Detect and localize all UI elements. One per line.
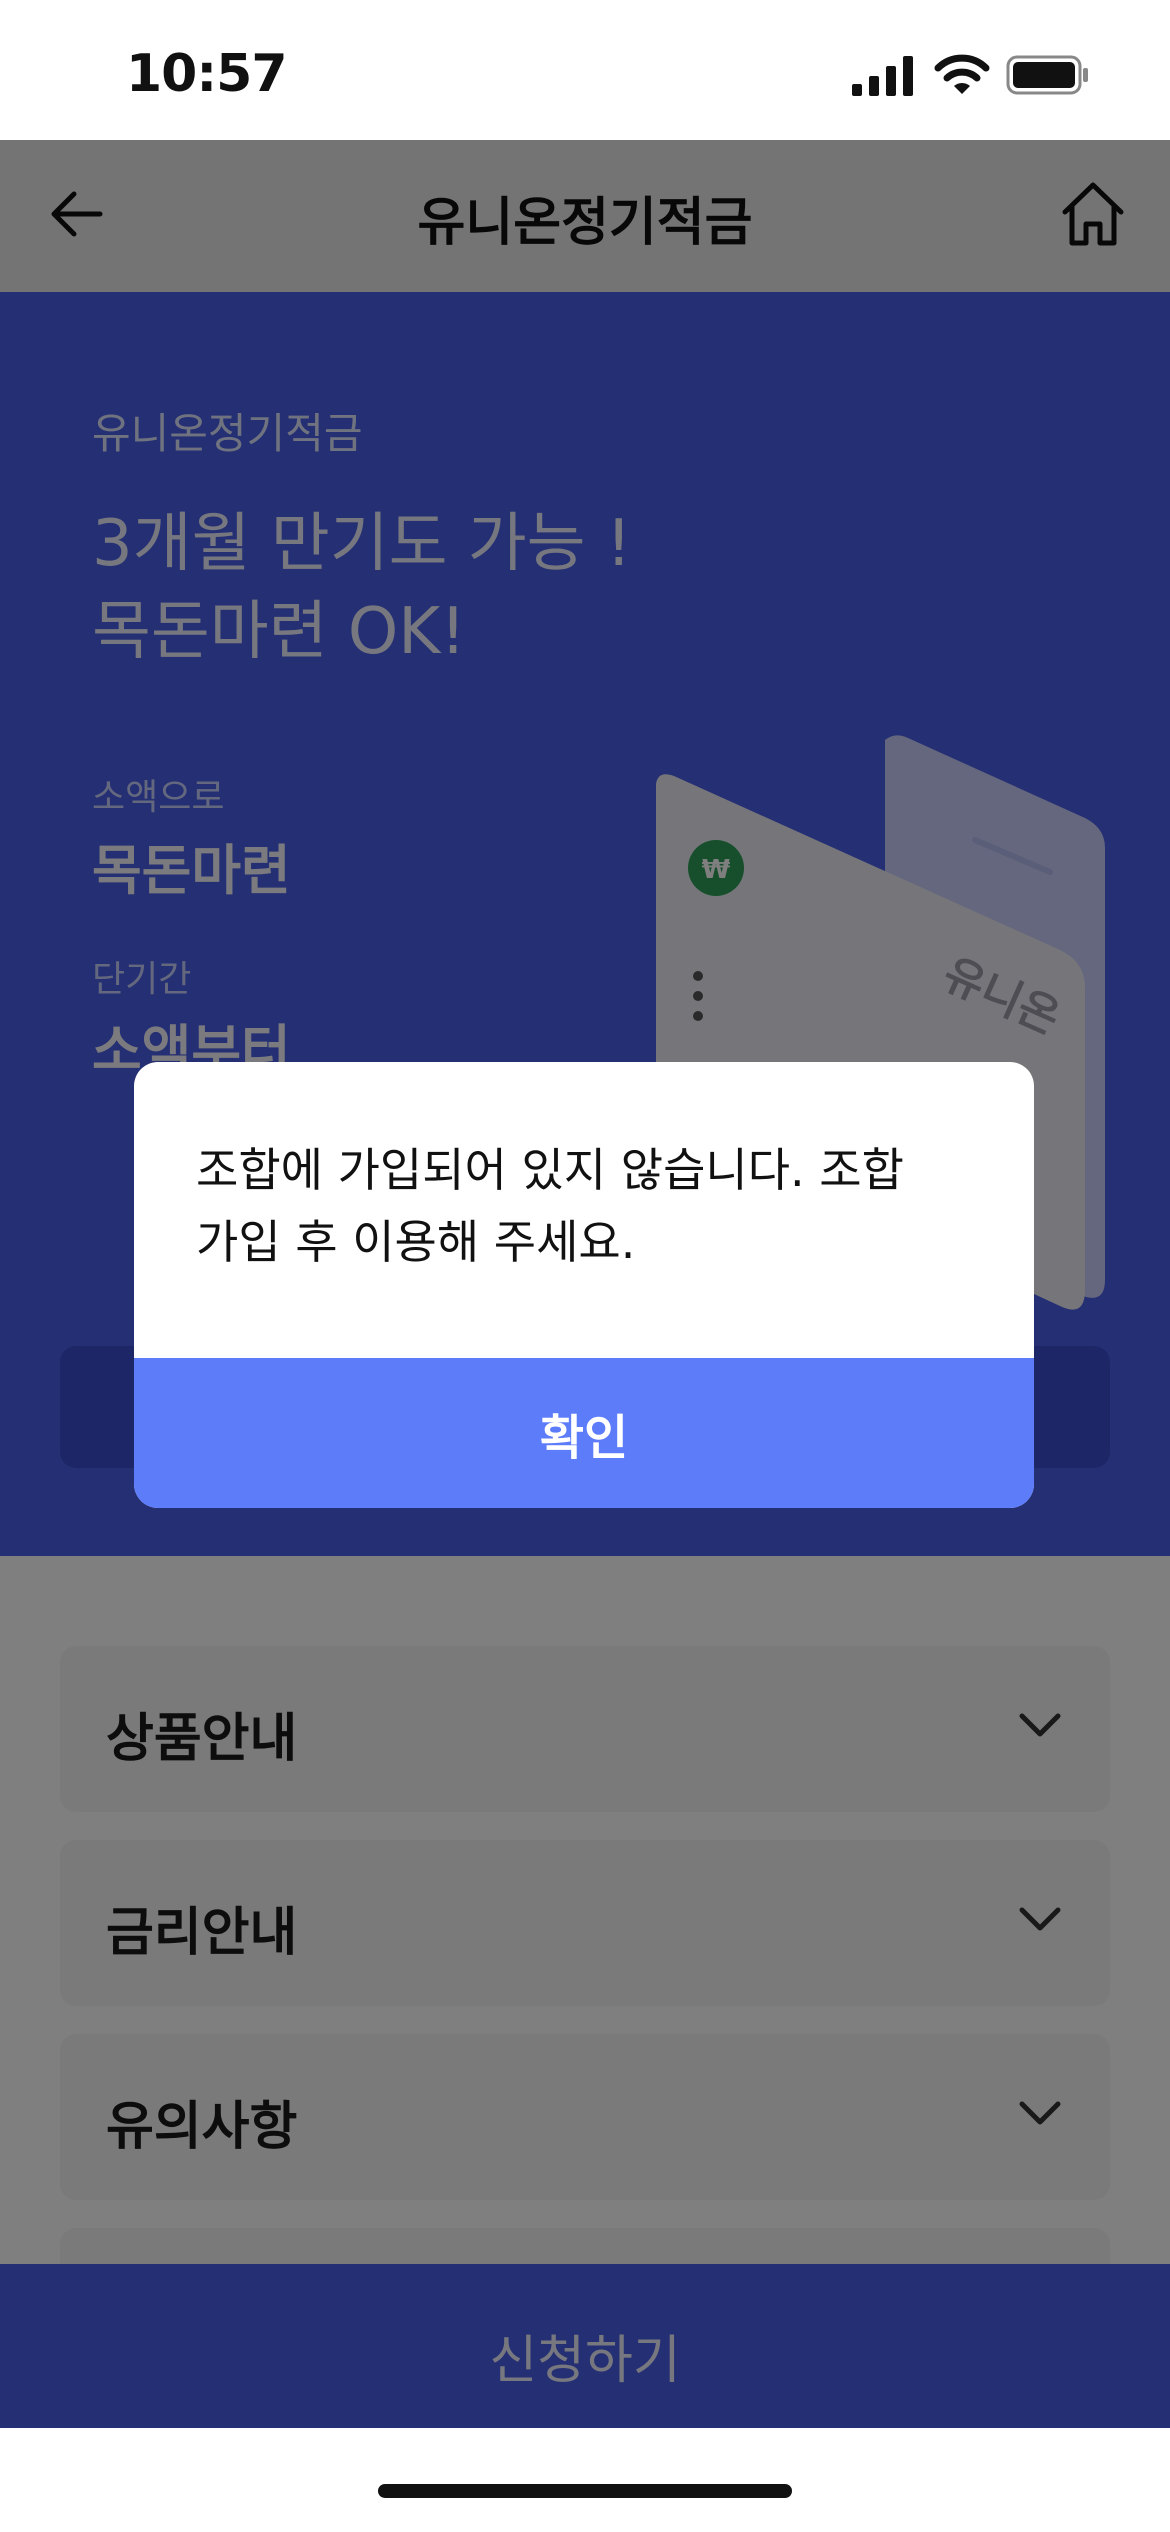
- battery-icon: [1006, 55, 1088, 95]
- home-indicator[interactable]: [378, 2484, 792, 2498]
- home-indicator-area: [0, 2428, 1170, 2532]
- alert-message: 조합에 가입되어 있지 않습니다. 조합 가입 후 이용해 주세요.: [196, 1143, 904, 1269]
- status-time: 10:57: [126, 44, 288, 104]
- alert-dialog: 조합에 가입되어 있지 않습니다. 조합 가입 후 이용해 주세요. 확인: [134, 1062, 1034, 1508]
- confirm-button[interactable]: 확인: [134, 1358, 1034, 1508]
- cellular-signal-icon: [852, 56, 913, 96]
- wifi-icon: [934, 54, 990, 94]
